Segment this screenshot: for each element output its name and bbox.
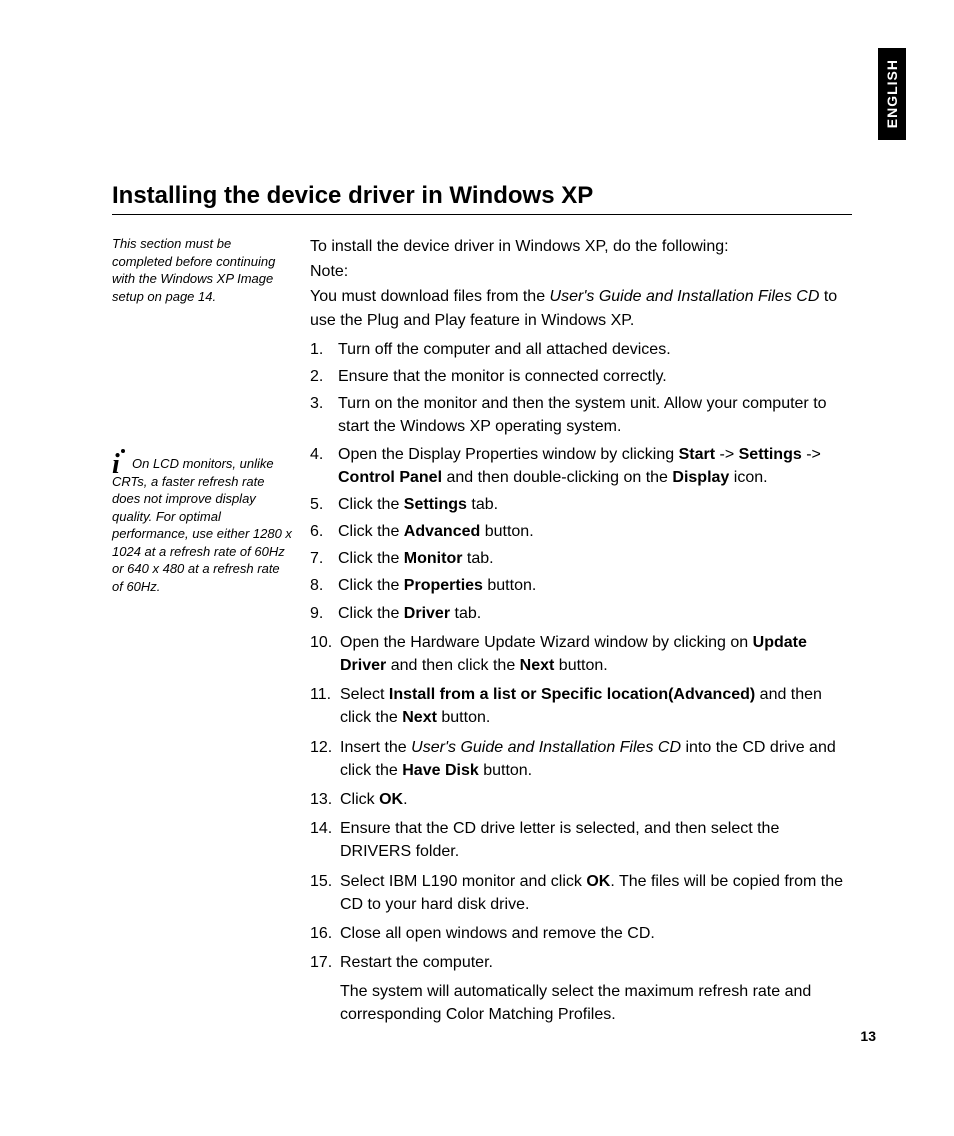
step-item: 11.Select Install from a list or Specifi… xyxy=(310,683,852,729)
closing-text: The system will automatically select the… xyxy=(340,980,852,1026)
step-item: 4.Open the Display Properties window by … xyxy=(310,443,852,489)
margin-column: This section must be completed before co… xyxy=(112,235,310,596)
step-item: 15.Select IBM L190 monitor and click OK.… xyxy=(310,870,852,916)
step-item: 5.Click the Settings tab. xyxy=(310,493,852,516)
step-item: 13.Click OK. xyxy=(310,788,852,811)
page: ENGLISH Installing the device driver in … xyxy=(0,0,954,1136)
step-item: 14.Ensure that the CD drive letter is se… xyxy=(310,817,852,863)
step-item: 12.Insert the User's Guide and Installat… xyxy=(310,736,852,782)
note-text: You must download files from the User's … xyxy=(310,285,852,331)
page-number: 13 xyxy=(860,1028,876,1044)
step-item: 16.Close all open windows and remove the… xyxy=(310,922,852,945)
margin-note-info: i On LCD monitors, unlike CRTs, a faster… xyxy=(112,455,292,595)
margin-note-prerequisite: This section must be completed before co… xyxy=(112,235,292,305)
step-list: 1.Turn off the computer and all attached… xyxy=(310,338,852,625)
step-item: 1.Turn off the computer and all attached… xyxy=(310,338,852,361)
info-icon-dot xyxy=(121,449,125,453)
intro-line: To install the device driver in Windows … xyxy=(310,235,852,258)
page-title: Installing the device driver in Windows … xyxy=(112,182,852,215)
language-label: ENGLISH xyxy=(884,59,900,128)
step-item: 9.Click the Driver tab. xyxy=(310,602,852,625)
step-item: 17.Restart the computer. xyxy=(310,951,852,974)
info-icon: i xyxy=(112,451,120,479)
margin-note-text: On LCD monitors, unlike CRTs, a faster r… xyxy=(112,455,292,595)
step-item: 8.Click the Properties button. xyxy=(310,574,852,597)
step-item: 10.Open the Hardware Update Wizard windo… xyxy=(310,631,852,677)
step-item: 6.Click the Advanced button. xyxy=(310,520,852,543)
two-column-layout: This section must be completed before co… xyxy=(112,235,852,1027)
body-column: To install the device driver in Windows … xyxy=(310,235,852,1027)
step-item: 2.Ensure that the monitor is connected c… xyxy=(310,365,852,388)
language-tab: ENGLISH xyxy=(878,48,906,140)
content-area: Installing the device driver in Windows … xyxy=(112,182,852,1027)
step-list-continued: 10.Open the Hardware Update Wizard windo… xyxy=(310,631,852,974)
step-item: 7.Click the Monitor tab. xyxy=(310,547,852,570)
step-item: 3.Turn on the monitor and then the syste… xyxy=(310,392,852,438)
note-label: Note: xyxy=(310,260,852,283)
intro-block: To install the device driver in Windows … xyxy=(310,235,852,332)
